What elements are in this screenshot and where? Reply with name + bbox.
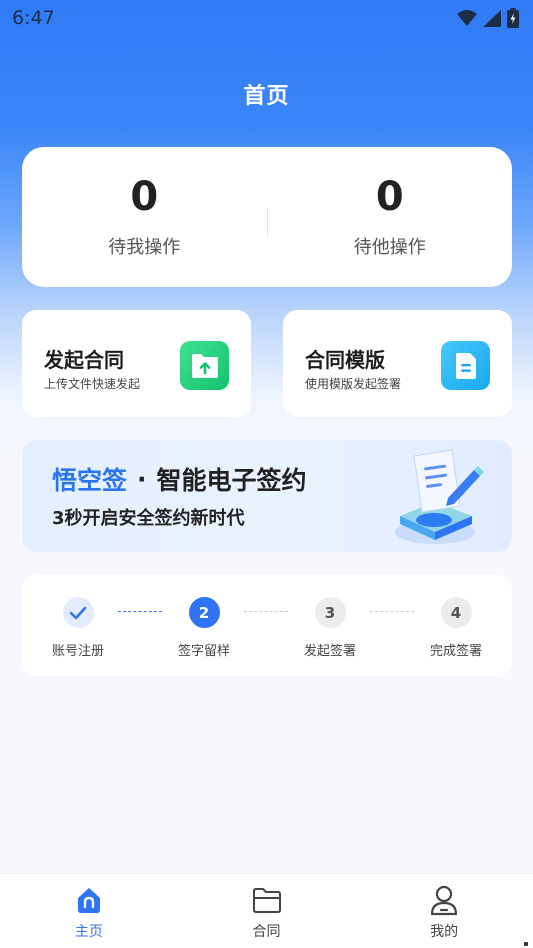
banner-headline: 悟空签 · 智能电子签约: [52, 461, 307, 497]
contract-template-card[interactable]: 合同模版 使用模版发起签署: [283, 310, 512, 417]
tab-label: 我的: [430, 924, 459, 940]
wifi-icon: [457, 10, 477, 26]
tab-contracts[interactable]: 合同: [178, 874, 356, 948]
step-connector: [118, 611, 162, 612]
stat-count: 0: [130, 174, 159, 220]
banner-slogan: 智能电子签约: [156, 466, 307, 495]
step-connector: [244, 611, 288, 612]
pending-my-action[interactable]: 0 待我操作: [22, 175, 267, 259]
action-subtitle: 使用模版发起签署: [305, 377, 402, 391]
stat-label: 待我操作: [108, 237, 181, 258]
step-number: 2: [188, 597, 220, 628]
document-icon: [441, 341, 490, 390]
stats-card: 0 待我操作 0 待他操作: [22, 147, 512, 287]
step-label: 签字留样: [177, 644, 230, 659]
tab-label: 主页: [74, 924, 103, 940]
battery-icon: [507, 8, 519, 28]
bottom-tab-bar: 主页 合同 我的: [0, 873, 533, 948]
step-label: 账号注册: [51, 644, 104, 659]
pending-other-action[interactable]: 0 待他操作: [268, 175, 513, 259]
stat-count: 0: [375, 174, 404, 220]
step-signature-sample[interactable]: 2 签字留样: [164, 597, 244, 659]
step-connector: [370, 611, 414, 612]
start-contract-card[interactable]: 发起合同 上传文件快速发起: [22, 310, 251, 417]
step-register[interactable]: 账号注册: [38, 597, 118, 659]
home-icon: [73, 884, 105, 916]
banner-separator: ·: [137, 464, 147, 494]
step-label: 完成签署: [429, 644, 482, 659]
banner-brand: 悟空签: [52, 466, 128, 495]
action-title: 合同模版: [305, 348, 385, 372]
step-complete-signing[interactable]: 4 完成签署: [416, 597, 496, 659]
action-subtitle: 上传文件快速发起: [44, 377, 141, 391]
home-indicator: [524, 942, 528, 946]
page-title: 首页: [243, 84, 290, 109]
banner-subtitle: 3秒开启安全签约新时代: [52, 508, 245, 529]
folder-icon: [251, 884, 283, 916]
action-title: 发起合同: [44, 348, 124, 372]
step-label: 发起签署: [303, 644, 356, 659]
check-icon: [62, 597, 94, 628]
upload-folder-icon: [180, 341, 229, 390]
tab-profile[interactable]: 我的: [355, 874, 533, 948]
onboarding-steps: 账号注册 2 签字留样 3 发起签署 4 完成签署: [22, 575, 512, 676]
user-icon: [428, 884, 460, 916]
status-bar: 6:47: [0, 0, 533, 36]
promo-banner[interactable]: 悟空签 · 智能电子签约 3秒开启安全签约新时代: [22, 440, 512, 552]
step-number: 3: [314, 597, 346, 628]
e-sign-illustration-icon: [395, 449, 484, 544]
tab-label: 合同: [252, 924, 281, 940]
status-icons: [457, 8, 519, 28]
step-number: 4: [440, 597, 472, 628]
signal-icon: [483, 9, 501, 27]
tab-home[interactable]: 主页: [0, 874, 178, 948]
stat-label: 待他操作: [353, 237, 426, 258]
status-time: 6:47: [12, 7, 55, 29]
step-initiate-signing[interactable]: 3 发起签署: [290, 597, 370, 659]
